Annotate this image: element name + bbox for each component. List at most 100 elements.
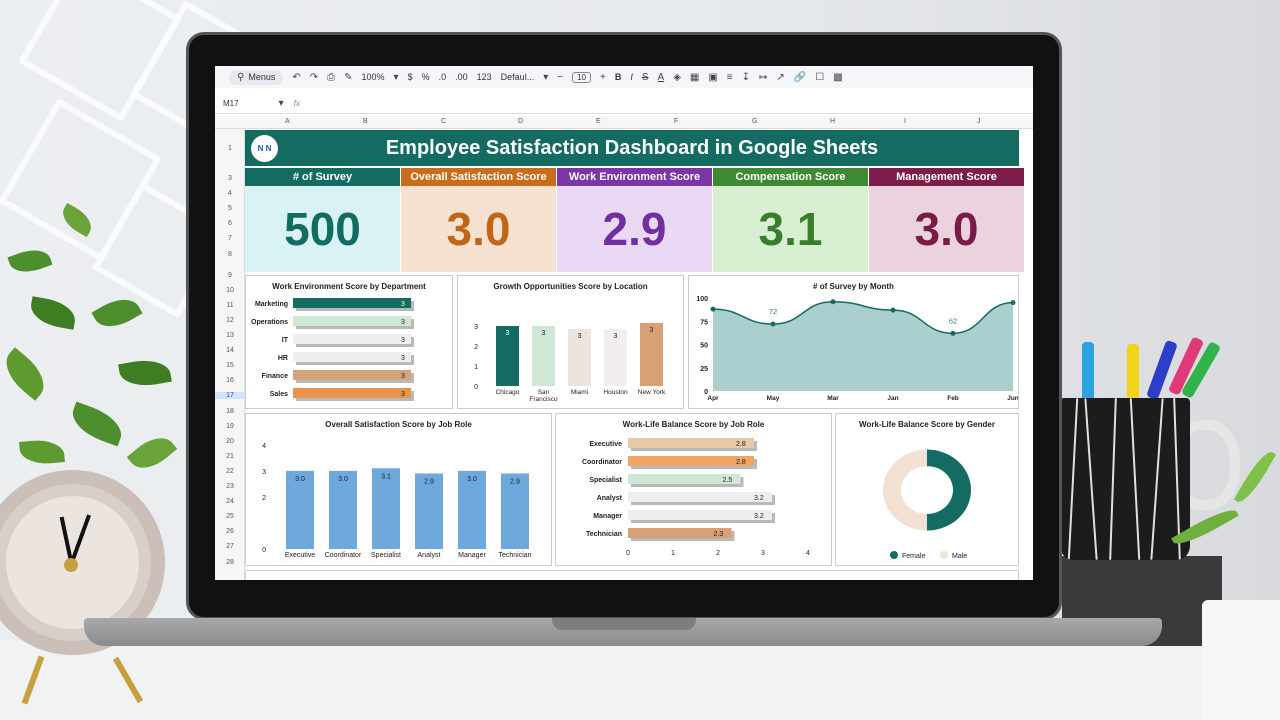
laptop-notch — [552, 618, 696, 630]
chart-work-env-by-dept[interactable]: Work Environment Score by Department Mar… — [245, 275, 453, 409]
column-headers: A B C D E F G H I J — [215, 116, 1033, 129]
chart-survey-by-month[interactable]: # of Survey by Month 0 25 50 75 100 Apr May Mar… — [688, 275, 1019, 409]
x-tick-label: Jun — [1007, 395, 1018, 402]
decrease-font-size-icon[interactable]: − — [557, 72, 563, 83]
font-select[interactable]: Defaul... — [501, 72, 535, 82]
data-label: 3.1 — [381, 473, 391, 480]
percent-format-button[interactable]: % — [422, 72, 430, 82]
data-point — [770, 321, 776, 327]
chart-growth-by-location[interactable]: Growth Opportunities Score by Location 0… — [457, 275, 684, 409]
category-label: Coordinator — [325, 552, 362, 559]
x-tick-label: 2 — [716, 550, 720, 557]
column-header: A — [285, 118, 290, 125]
plant-pot — [1202, 600, 1280, 720]
column-header: E — [596, 118, 601, 125]
column-header: G — [752, 118, 758, 125]
number-format-button[interactable]: 123 — [477, 72, 492, 82]
kpi-label: Compensation Score — [713, 168, 868, 186]
data-label: 3 — [401, 355, 405, 362]
vertical-align-icon[interactable]: ↧ — [742, 72, 750, 83]
menus-search[interactable]: ⚲ Menus — [229, 69, 284, 85]
chart-icon[interactable]: ▩ — [833, 72, 842, 83]
row-header: 26 — [226, 528, 234, 536]
data-point — [1010, 300, 1016, 306]
y-tick-label: 3 — [262, 469, 266, 476]
increase-font-size-icon[interactable]: + — [600, 72, 606, 83]
legend-swatch — [940, 551, 948, 559]
chart-wlb-by-gender[interactable]: Work-Life Balance Score by Gender Female… — [835, 413, 1019, 566]
print-icon[interactable]: ⎙ — [327, 72, 335, 83]
text-rotation-icon[interactable]: ↗ — [776, 72, 784, 83]
row-header: 1 — [228, 145, 232, 152]
row-header: 17 — [215, 392, 245, 400]
row-header: 23 — [226, 483, 234, 490]
kpi-card: Overall Satisfaction Score 3.0 — [401, 168, 556, 272]
donut-slice — [883, 449, 927, 531]
increase-decimal-button[interactable]: .00 — [455, 72, 468, 82]
kpi-card: Compensation Score 3.1 — [713, 168, 868, 272]
y-tick-label: 2 — [474, 344, 478, 351]
row-header: 25 — [226, 513, 234, 521]
data-label: 3 — [578, 333, 582, 340]
chart-svg: 0 1 2 3 3 Chicago 3 SanFrancisco 3 Miami 3 Houston 3… — [474, 323, 666, 403]
redo-icon[interactable]: ↷ — [310, 72, 318, 83]
row-header: 16 — [226, 377, 234, 385]
decrease-decimal-button[interactable]: .0 — [439, 72, 447, 82]
chart-svg: Executive 2.8 Coordinator 2.8 Specialist 2.5 A… — [582, 438, 810, 557]
chart-overall-by-role[interactable]: Overall Satisfaction Score by Job Role 0… — [245, 413, 552, 566]
data-label: 3 — [506, 330, 510, 337]
data-label: 72 — [769, 307, 777, 316]
x-tick-label: Apr — [707, 395, 719, 402]
category-label: Technician — [498, 552, 531, 559]
comment-icon[interactable]: ☐ — [815, 72, 824, 83]
kpi-label: Work Environment Score — [557, 168, 712, 186]
currency-format-button[interactable]: $ — [408, 72, 413, 82]
font-size-input[interactable]: 10 — [572, 71, 591, 83]
paint-format-icon[interactable]: ✎ — [344, 72, 352, 83]
name-box[interactable]: M17 — [223, 99, 239, 108]
category-label: Analyst — [597, 495, 623, 502]
bar — [293, 370, 411, 380]
column-header: J — [977, 118, 981, 125]
y-tick-label: 0 — [262, 547, 266, 554]
horizontal-align-icon[interactable]: ≡ — [727, 72, 733, 83]
bold-button[interactable]: B — [615, 72, 622, 82]
zoom-select[interactable]: 100% — [362, 72, 385, 82]
text-color-icon[interactable]: A — [658, 72, 665, 83]
italic-button[interactable]: I — [630, 72, 633, 82]
undo-icon[interactable]: ↶ — [292, 72, 300, 83]
category-label: IT — [282, 337, 289, 344]
bar — [628, 510, 772, 520]
kpi-label: # of Survey — [245, 168, 400, 186]
data-label: 3 — [401, 373, 405, 380]
data-point — [710, 306, 716, 312]
strikethrough-icon[interactable]: S — [642, 72, 649, 83]
x-tick-label: 1 — [671, 550, 675, 557]
merge-cells-icon[interactable]: ▣ — [708, 72, 717, 83]
x-tick-label: 0 — [626, 550, 630, 557]
data-label: 2.8 — [736, 459, 746, 466]
kpi-card: Management Score 3.0 — [869, 168, 1024, 272]
category-label: Operations — [251, 319, 288, 326]
borders-icon[interactable]: ▦ — [690, 72, 699, 83]
chart-svg: Female Male — [883, 449, 971, 560]
fill-color-icon[interactable]: ◈ — [673, 72, 681, 83]
bar — [293, 316, 411, 326]
laptop-screen: ⚲ Menus ↶ ↷ ⎙ ✎ 100% ▾ $ % .0 .00 123 De… — [215, 66, 1033, 580]
row-header: 3 — [228, 175, 232, 182]
x-tick-label: 4 — [806, 550, 810, 557]
chart-svg: 0255075100Apr May Mar Jan Feb Jun7262 — [696, 296, 1018, 402]
column-header: D — [518, 118, 524, 125]
row-header: 6 — [228, 220, 232, 228]
category-label: Manager — [593, 513, 622, 520]
kpi-label: Overall Satisfaction Score — [401, 168, 556, 186]
row-headers: 1 3 4 5 6 7 8 9 10 11 12 13 14 15 16 17 18 19 20 21 22 23 24 25… — [215, 129, 245, 580]
category-label: Houston — [603, 389, 628, 396]
chart-wlb-by-role[interactable]: Work-Life Balance Score by Job Role Exec… — [555, 413, 832, 566]
row-header: 15 — [226, 362, 234, 370]
kpi-value: 2.9 — [557, 186, 712, 272]
text-wrap-icon[interactable]: ↦ — [759, 72, 767, 83]
next-card-edge — [245, 570, 1019, 580]
sheets-toolbar: ⚲ Menus ↶ ↷ ⎙ ✎ 100% ▾ $ % .0 .00 123 De… — [215, 66, 1033, 88]
link-icon[interactable]: 🔗 — [794, 72, 806, 83]
